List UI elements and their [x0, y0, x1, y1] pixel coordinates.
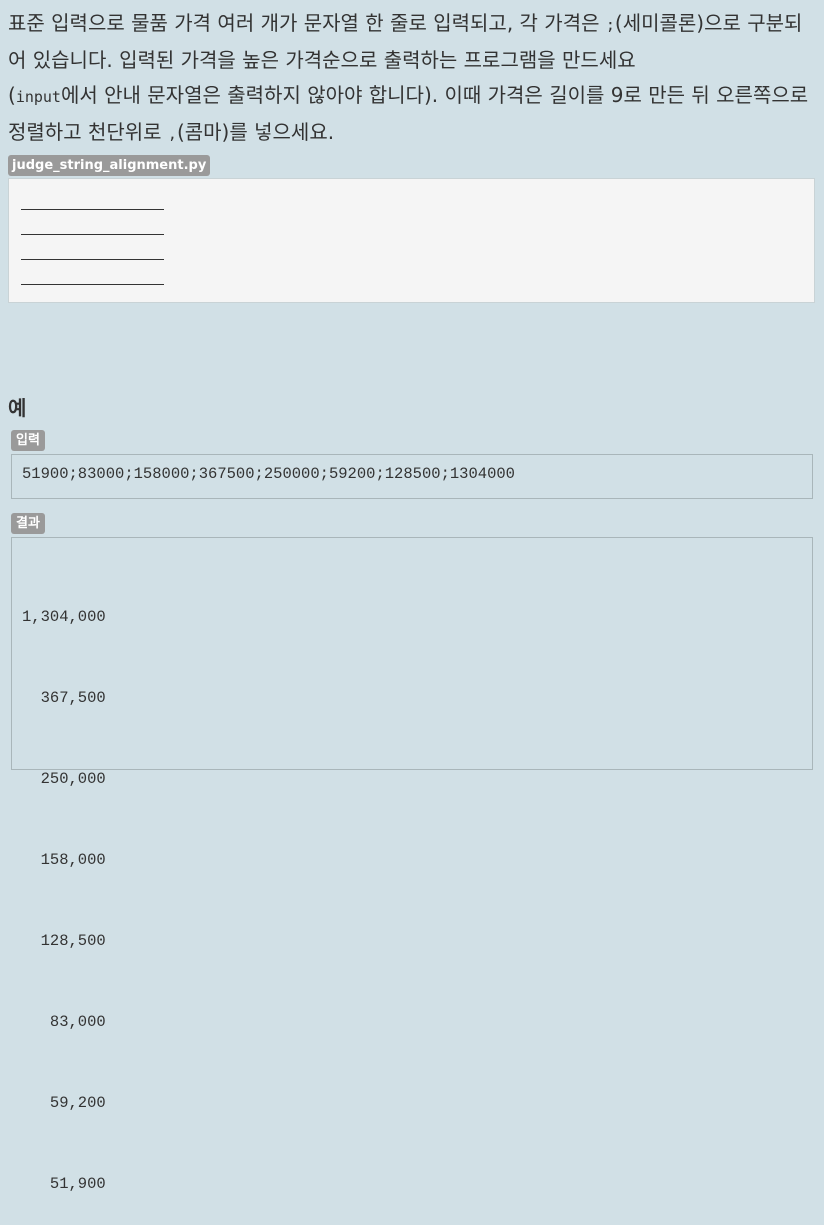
semicolon-code: ;	[605, 16, 615, 34]
answer-blank-2[interactable]	[21, 234, 164, 235]
output-line: 158,000	[22, 851, 106, 869]
example-title: 예	[8, 396, 27, 420]
example-output-box: 1,304,000 367,500 250,000 158,000 128,50…	[11, 537, 813, 1193]
comma-code: ,	[167, 125, 177, 143]
output-line: 1,304,000	[22, 608, 106, 626]
file-name-tag: judge_string_alignment.py	[8, 155, 211, 176]
output-line: 51,900	[22, 1175, 106, 1193]
input-code: input	[15, 88, 61, 106]
output-line: 128,500	[22, 932, 106, 950]
output-line: 59,200	[22, 1094, 106, 1112]
example-input-box: 51900;83000;158000;367500;250000;59200;1…	[11, 454, 813, 499]
output-line: 367,500	[22, 689, 106, 707]
output-line: 83,000	[22, 1013, 106, 1031]
answer-blank-4[interactable]	[21, 284, 164, 285]
output-label: 결과	[11, 513, 45, 534]
desc-text-5: (콤마)를 넣으세요.	[176, 120, 335, 144]
desc-text-1: 표준 입력으로 물품 가격 여러 개가 문자열 한 줄로 입력되고, 각 가격은	[8, 11, 606, 35]
output-line: 250,000	[22, 770, 106, 788]
code-answer-box	[8, 178, 815, 303]
input-label: 입력	[11, 430, 45, 451]
desc-text-4: 에서 안내 문자열은 출력하지 않아야 합니다). 이때 가격은 길이를 9로 …	[8, 83, 809, 144]
answer-blank-3[interactable]	[21, 259, 164, 260]
problem-description: 표준 입력으로 물품 가격 여러 개가 문자열 한 줄로 입력되고, 각 가격은…	[8, 6, 816, 152]
desc-text-3: (	[8, 83, 16, 107]
answer-blank-1[interactable]	[21, 209, 164, 210]
